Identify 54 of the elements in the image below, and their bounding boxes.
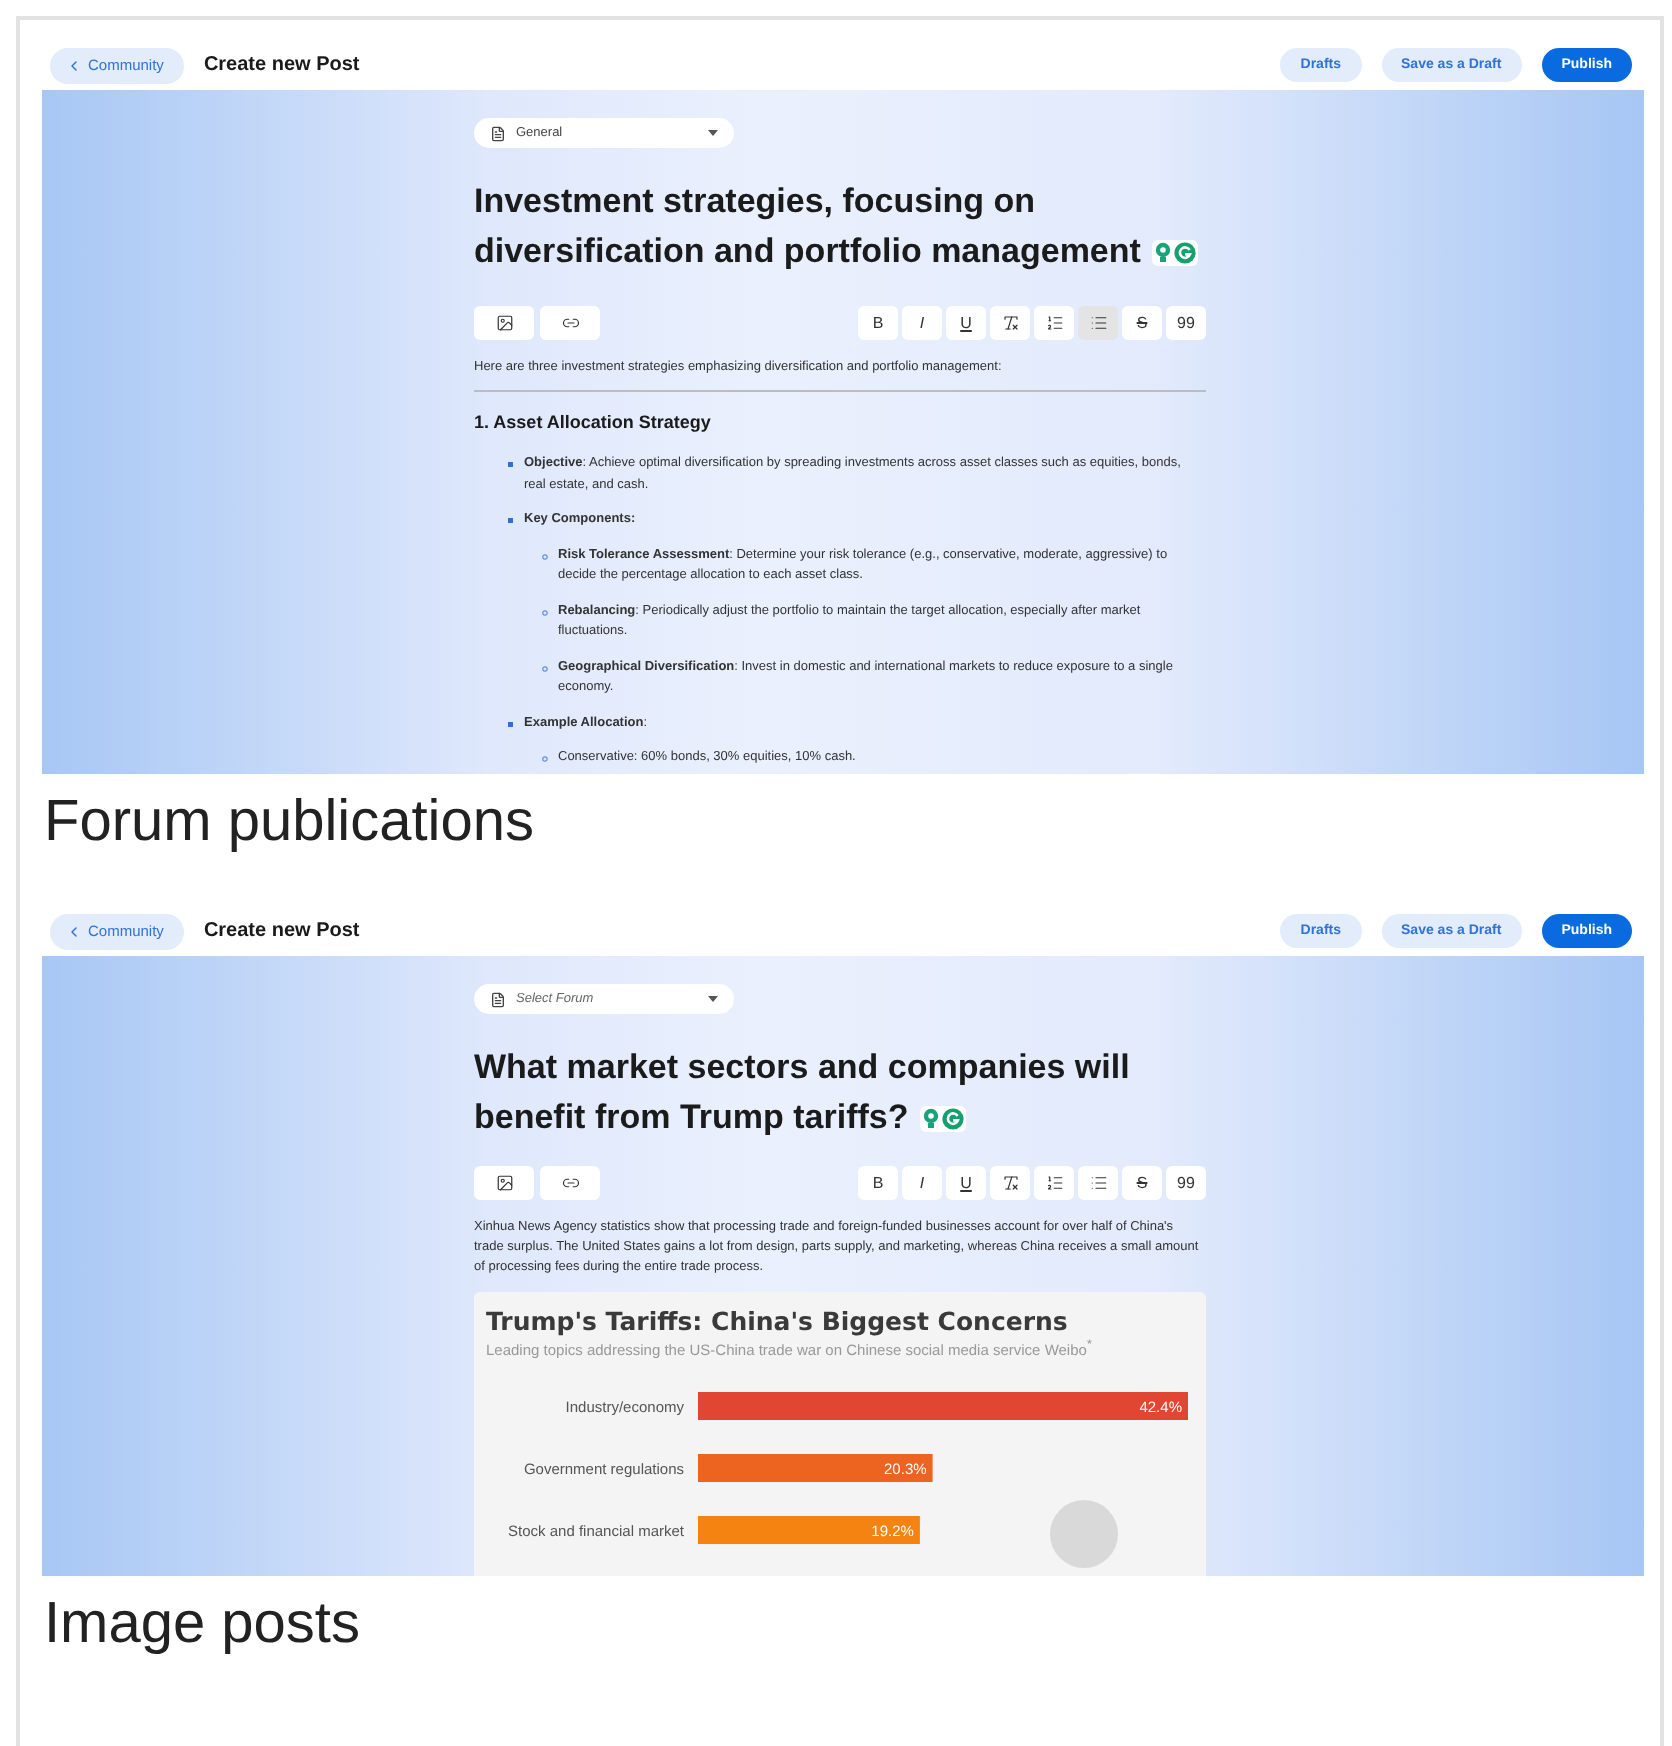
link-icon xyxy=(561,314,579,332)
quote-button[interactable]: 99 xyxy=(1166,306,1206,340)
bullet-list-button[interactable] xyxy=(1078,306,1118,340)
circle-g-icon xyxy=(1174,242,1197,265)
circle-g-icon xyxy=(942,1108,965,1131)
bold-button[interactable]: B xyxy=(858,1166,898,1200)
chevron-left-icon xyxy=(66,57,82,73)
clear-format-button[interactable] xyxy=(990,306,1030,340)
strikethrough-button[interactable]: S xyxy=(1122,1166,1162,1200)
chevron-left-icon xyxy=(66,923,82,939)
italic-button[interactable]: I xyxy=(902,306,942,340)
ordered-list-button[interactable] xyxy=(1034,306,1074,340)
post-title: What market sectors and companies will benefit from Trump tariffs? xyxy=(474,1046,1132,1140)
document-icon xyxy=(490,125,506,141)
page-title: Create new Post xyxy=(203,54,362,76)
bullet-list-icon xyxy=(1089,1174,1107,1192)
document-icon xyxy=(490,991,506,1007)
section-caption: Image posts xyxy=(44,1592,362,1660)
image-icon xyxy=(495,1174,513,1192)
clear-format-button[interactable] xyxy=(990,1166,1030,1200)
clear-format-icon xyxy=(1001,1174,1019,1192)
clear-format-icon xyxy=(1001,314,1019,332)
page-title: Create new Post xyxy=(203,920,362,942)
ordered-list-button[interactable] xyxy=(1034,1166,1074,1200)
bullet-list-icon xyxy=(1089,314,1107,332)
bullet-icon xyxy=(508,462,514,468)
insert-image-button[interactable] xyxy=(474,1166,534,1200)
image-icon xyxy=(495,314,513,332)
section-heading: 1. Asset Allocation Strategy xyxy=(474,412,713,432)
ordered-list-icon xyxy=(1045,314,1063,332)
strikethrough-button[interactable]: S xyxy=(1122,306,1162,340)
post-title: Investment strategies, focusing on diversification and portfolio management xyxy=(474,176,1206,276)
italic-button[interactable]: I xyxy=(902,1166,942,1200)
bullet-icon xyxy=(508,518,514,524)
bullet-icon xyxy=(542,665,548,671)
insert-image-button[interactable] xyxy=(474,306,534,340)
section-caption: Forum publications xyxy=(44,790,536,858)
bullet-list-button[interactable] xyxy=(1078,1166,1118,1200)
link-icon xyxy=(561,1174,579,1192)
quote-button[interactable]: 99 xyxy=(1166,1166,1206,1200)
underline-button[interactable]: U xyxy=(946,306,986,340)
underline-button[interactable]: U xyxy=(946,1166,986,1200)
bulb-icon xyxy=(1154,242,1173,265)
caret-icon xyxy=(708,996,718,1002)
bullet-icon xyxy=(542,756,548,762)
bullet-icon xyxy=(508,721,514,727)
ordered-list-icon xyxy=(1045,1174,1063,1192)
bold-button[interactable]: B xyxy=(858,306,898,340)
portrait-placeholder xyxy=(1050,1499,1118,1567)
bullet-icon xyxy=(542,553,548,559)
caret-icon xyxy=(708,130,718,136)
bullet-icon xyxy=(542,609,548,615)
bulb-icon xyxy=(922,1108,941,1131)
chart-title: Trump's Tariffs: China's Biggest Concerns xyxy=(486,1306,1070,1336)
